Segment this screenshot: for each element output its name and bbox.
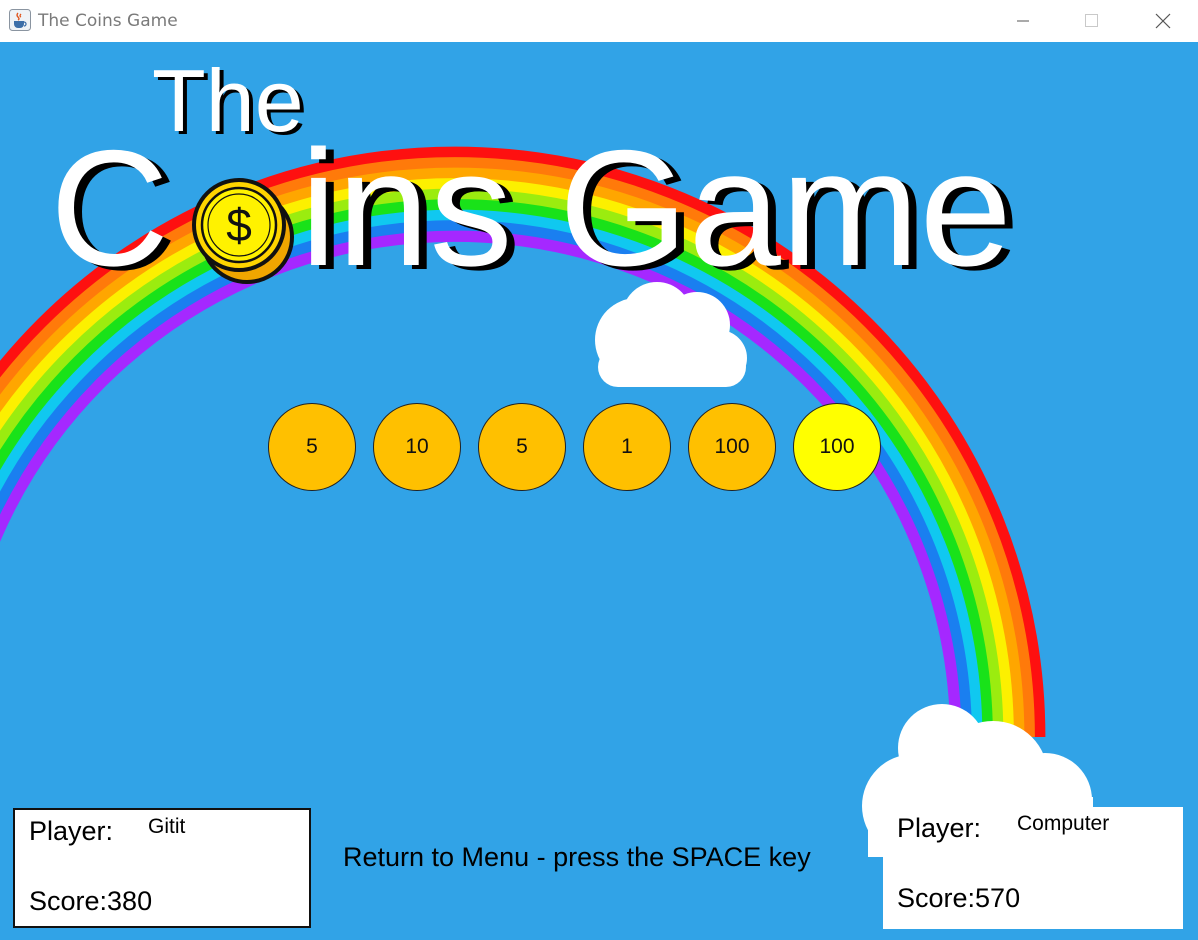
coin-3[interactable]: 5 bbox=[478, 403, 566, 491]
app-window: The Coins Game The The C C $ ins Game in… bbox=[0, 0, 1198, 940]
coin-value: 100 bbox=[819, 435, 855, 458]
coin-2[interactable]: 10 bbox=[373, 403, 461, 491]
logo-c: C bbox=[50, 116, 169, 300]
computer-name: Computer bbox=[1017, 812, 1110, 835]
coin-4[interactable]: 1 bbox=[583, 403, 671, 491]
return-to-menu-hint: Return to Menu - press the SPACE key bbox=[343, 842, 811, 872]
coin-value: 10 bbox=[405, 435, 429, 458]
logo-rest: ins Game bbox=[300, 116, 1012, 300]
player-name: Gitit bbox=[148, 815, 186, 838]
computer-score-panel: Player: Computer Score:570 bbox=[883, 807, 1183, 929]
close-icon[interactable] bbox=[1140, 0, 1186, 42]
coin-value: 1 bbox=[621, 435, 633, 458]
java-cup-icon bbox=[9, 9, 31, 31]
game-canvas[interactable]: The The C C $ ins Game ins Game 5 10 5 1 bbox=[0, 42, 1198, 940]
coin-1[interactable]: 5 bbox=[268, 403, 356, 491]
computer-score: Score:570 bbox=[897, 883, 1021, 913]
window-title: The Coins Game bbox=[38, 11, 178, 31]
player-score-panel: Player: Gitit Score:380 bbox=[13, 808, 311, 928]
coin-6[interactable]: 100 bbox=[793, 403, 881, 491]
title-bar[interactable]: The Coins Game bbox=[0, 0, 1198, 42]
coin-5[interactable]: 100 bbox=[688, 403, 776, 491]
coin-value: 100 bbox=[714, 435, 750, 458]
player-score: Score:380 bbox=[29, 886, 153, 916]
player-label: Player: bbox=[29, 816, 114, 846]
minimize-icon[interactable] bbox=[1000, 0, 1046, 42]
game-scene: The The C C $ ins Game ins Game bbox=[0, 51, 1093, 858]
logo-dollar-sign: $ bbox=[226, 199, 252, 251]
coin-value: 5 bbox=[516, 435, 528, 458]
computer-label: Player: bbox=[897, 813, 982, 843]
coin-value: 5 bbox=[306, 435, 318, 458]
maximize-icon[interactable] bbox=[1069, 0, 1115, 42]
